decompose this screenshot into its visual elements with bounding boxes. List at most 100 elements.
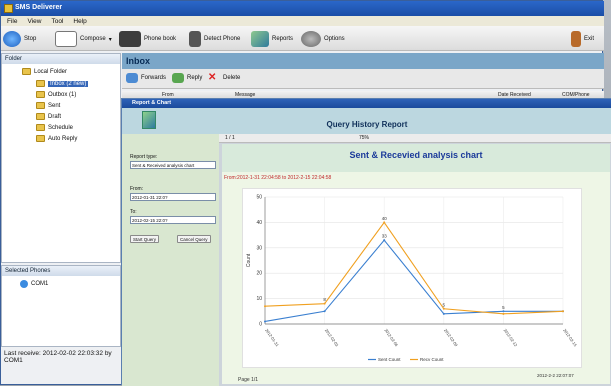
tree-schedule[interactable]: Schedule bbox=[36, 124, 73, 131]
reports-button[interactable]: Reports bbox=[251, 30, 293, 48]
menu-tool[interactable]: Tool bbox=[51, 18, 63, 25]
folder-header: Folder bbox=[2, 54, 120, 64]
data-label: 5 bbox=[443, 302, 446, 307]
folder-icon bbox=[36, 113, 45, 120]
data-point bbox=[562, 310, 564, 313]
data-point bbox=[502, 312, 505, 315]
report-type-value: Sent & Received analysis chart bbox=[132, 163, 195, 168]
folder-icon bbox=[36, 91, 45, 98]
exit-door-icon bbox=[571, 31, 581, 47]
to-label: To: bbox=[130, 209, 137, 215]
data-point bbox=[442, 312, 445, 315]
menu-bar: File View Tool Help bbox=[1, 16, 604, 26]
data-point bbox=[383, 239, 386, 242]
data-point bbox=[442, 307, 445, 310]
y-tick-label: 30 bbox=[256, 245, 262, 251]
detect-phone-button[interactable]: Detect Phone bbox=[189, 30, 240, 48]
phone-item-com1[interactable]: COM1 bbox=[20, 280, 48, 288]
y-tick-label: 40 bbox=[256, 220, 262, 226]
options-label: Options bbox=[324, 36, 345, 42]
reply-button[interactable]: Reply bbox=[172, 71, 202, 85]
series-line bbox=[264, 239, 563, 323]
title-bar: SMS Deliverer bbox=[1, 1, 604, 16]
to-value: 2012-02-15 22:0? bbox=[132, 218, 168, 223]
y-tick-label: 10 bbox=[256, 296, 262, 302]
phonebook-label: Phone book bbox=[144, 36, 177, 42]
page-nav[interactable]: 1 / 1 bbox=[225, 135, 235, 141]
report-viewer: 1 / 1 75% Sent & Recevied analysis chart… bbox=[219, 134, 611, 386]
folder-pane: Folder Local Folder Inbox (2 new) Outbox… bbox=[1, 53, 121, 263]
app-icon bbox=[4, 4, 13, 13]
x-tick-label: 2012-02-03 bbox=[324, 328, 340, 348]
y-axis-label: Count bbox=[246, 253, 252, 267]
tree-sent[interactable]: Sent bbox=[36, 102, 60, 109]
tree-draft[interactable]: Draft bbox=[36, 113, 61, 120]
report-page: Sent & Recevied analysis chart From:2012… bbox=[222, 144, 610, 384]
stop-label: Stop bbox=[24, 36, 37, 42]
report-icon bbox=[251, 31, 269, 47]
data-label: 5 bbox=[502, 305, 505, 310]
stop-icon bbox=[3, 31, 21, 47]
data-point bbox=[264, 305, 266, 308]
y-tick-label: 0 bbox=[259, 322, 262, 328]
report-type-label: Report type: bbox=[130, 154, 158, 160]
tree-local-folder[interactable]: Local Folder bbox=[22, 68, 67, 75]
menu-help[interactable]: Help bbox=[73, 18, 86, 25]
forwards-button[interactable]: Forwards bbox=[126, 71, 166, 85]
y-tick-label: 50 bbox=[256, 195, 262, 201]
gear-icon bbox=[301, 31, 321, 47]
exit-button[interactable]: Exit bbox=[571, 30, 594, 48]
x-tick-label: 2012-01-31 bbox=[264, 328, 280, 348]
delete-x-icon: ✕ bbox=[208, 72, 217, 83]
data-point bbox=[323, 302, 326, 305]
report-type-select[interactable]: Sent & Received analysis chart bbox=[130, 161, 216, 169]
reply-label: Reply bbox=[187, 75, 203, 81]
tree-auto-reply[interactable]: Auto Reply bbox=[36, 135, 77, 142]
report-header-title: Query History Report bbox=[326, 120, 408, 129]
menu-file[interactable]: File bbox=[7, 18, 17, 25]
chart-title: Sent & Recevied analysis chart bbox=[349, 150, 483, 160]
data-point bbox=[323, 310, 326, 313]
phonebook-button[interactable]: Phone book bbox=[119, 30, 176, 48]
report-header: Query History Report bbox=[122, 108, 611, 134]
tree-inbox[interactable]: Inbox (2 new) bbox=[36, 80, 89, 87]
to-date-picker[interactable]: 2012-02-15 22:0? bbox=[130, 216, 216, 224]
data-label: 40 bbox=[382, 216, 388, 221]
inbox-label: Inbox (2 new) bbox=[48, 80, 89, 87]
options-button[interactable]: Options bbox=[301, 30, 345, 48]
status-bar: Last receive: 2012-02-02 22:03:32 by COM… bbox=[1, 347, 126, 364]
chevron-down-icon[interactable]: ▾ bbox=[109, 36, 112, 43]
delete-label: Delete bbox=[223, 75, 241, 81]
data-point bbox=[264, 320, 266, 323]
cancel-query-button[interactable]: Cancel Query bbox=[177, 235, 211, 243]
zoom-select[interactable]: 75% bbox=[359, 135, 369, 141]
data-label: 33 bbox=[382, 234, 388, 239]
folder-icon bbox=[36, 102, 45, 109]
query-form: Report type: Sent & Received analysis ch… bbox=[122, 134, 219, 386]
x-tick-label: 2012-02-15 bbox=[562, 328, 578, 348]
envelope-icon bbox=[55, 31, 77, 47]
legend-label: Sent Count bbox=[378, 357, 401, 362]
report-viewer-toolbar: 1 / 1 75% bbox=[219, 134, 611, 143]
report-window-title: Report & Chart bbox=[122, 99, 611, 108]
from-value: 2012-01-31 22:0? bbox=[132, 195, 168, 200]
phones-header: Selected Phones bbox=[2, 266, 120, 276]
chart-plot-area: 0 10 20 30 40 50 2012-01-31 2012-02-03 2012-02-0… bbox=[242, 188, 582, 368]
book-icon bbox=[119, 31, 141, 47]
window-title: SMS Deliverer bbox=[15, 4, 63, 11]
delete-button[interactable]: ✕ Delete bbox=[208, 71, 240, 85]
generated-time: 2012-2-2 22:07:07 bbox=[537, 373, 574, 378]
draft-label: Draft bbox=[48, 113, 62, 120]
compose-label: Compose bbox=[80, 36, 106, 42]
phone-icon bbox=[20, 280, 28, 288]
tree-outbox[interactable]: Outbox (1) bbox=[36, 91, 76, 98]
stop-button[interactable]: Stop bbox=[3, 30, 36, 48]
folder-icon bbox=[22, 68, 31, 75]
folder-icon bbox=[36, 80, 45, 87]
from-date-picker[interactable]: 2012-01-31 22:0? bbox=[130, 193, 216, 201]
exit-label: Exit bbox=[584, 36, 595, 42]
compose-button[interactable]: Compose ▾ bbox=[55, 30, 112, 48]
reply-icon bbox=[172, 73, 184, 83]
menu-view[interactable]: View bbox=[27, 18, 41, 25]
start-query-button[interactable]: Start Query bbox=[130, 235, 160, 243]
